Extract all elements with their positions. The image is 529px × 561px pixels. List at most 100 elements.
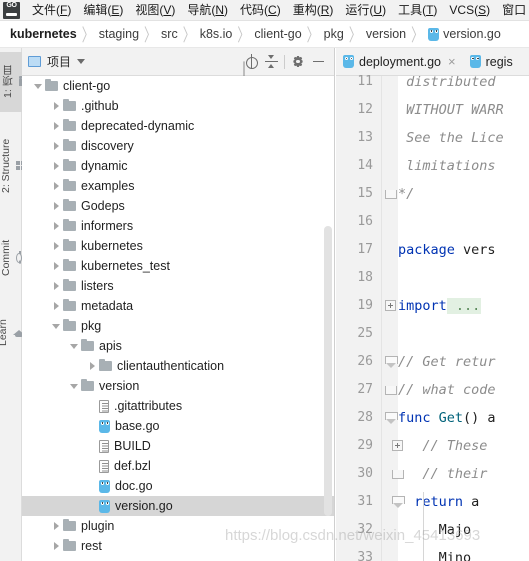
chevron-down-icon[interactable] <box>77 59 86 64</box>
tree-node-build[interactable]: BUILD <box>22 436 334 456</box>
tree-node-dynamic[interactable]: dynamic <box>22 156 334 176</box>
menu-item-5[interactable]: 重构(R) <box>287 0 340 21</box>
tree-node-examples[interactable]: examples <box>22 176 334 196</box>
close-icon[interactable]: × <box>448 55 456 68</box>
tree-node--github[interactable]: .github <box>22 96 334 116</box>
breadcrumb-item-src[interactable]: src <box>161 27 178 41</box>
chevron-right-icon[interactable] <box>85 356 99 376</box>
menu-item-4[interactable]: 代码(C) <box>234 0 287 21</box>
breadcrumb-item-version[interactable]: version <box>366 27 406 41</box>
project-file-tree[interactable]: client-go .github deprecated-dynamic discov… <box>22 76 334 561</box>
breadcrumb[interactable]: kubernetes 〉 staging 〉 src 〉 k8s.io 〉 client-go 〉… <box>0 21 529 48</box>
tree-node-rest[interactable]: rest <box>22 536 334 556</box>
breadcrumb-item-staging[interactable]: staging <box>99 27 139 41</box>
tree-node-informers[interactable]: informers <box>22 216 334 236</box>
tool-tab-learn[interactable]: Learn <box>0 304 25 362</box>
folder-icon <box>63 138 76 151</box>
menu-item-8[interactable]: VCS(S) <box>443 0 496 21</box>
tool-tab-1----[interactable]: 1: 项目 <box>0 52 22 112</box>
tree-node-label: def.bzl <box>114 459 151 473</box>
tree-node-apis[interactable]: apis <box>22 336 334 356</box>
tool-tab-2--structure[interactable]: 2: Structure <box>0 120 22 212</box>
tree-node-discovery[interactable]: discovery <box>22 136 334 156</box>
breadcrumb-item-version-go[interactable]: version.go <box>428 27 501 41</box>
chevron-right-icon[interactable] <box>49 256 63 276</box>
tree-node-def-bzl[interactable]: def.bzl <box>22 456 334 476</box>
chevron-right-icon[interactable] <box>49 176 63 196</box>
line-number: 32 <box>357 522 373 537</box>
code-text[interactable]: distributed WITHOUT WARR See the Lice li… <box>398 76 529 561</box>
project-settings-button[interactable] <box>288 52 308 72</box>
tree-node-base-go[interactable]: base.go <box>22 416 334 436</box>
chevron-down-icon[interactable] <box>31 76 45 96</box>
tree-node-client-go[interactable]: client-go <box>22 76 334 96</box>
code-area[interactable]: 11 12 13 14 15 16 17 18 19 25 26 27 28 29 30 31 32 33 dis… <box>336 74 529 561</box>
tree-node-doc-go[interactable]: doc.go <box>22 476 334 496</box>
hide-panel-button[interactable] <box>308 52 328 72</box>
menu-item-0[interactable]: 文件(F) <box>26 0 77 21</box>
tree-node-version[interactable]: version <box>22 376 334 396</box>
fold-expand-icon[interactable] <box>385 300 396 311</box>
tree-node-version-go[interactable]: version.go <box>22 496 334 516</box>
code-editor: deployment.go × regis 11 12 13 14 15 16 17 18 19 25… <box>336 48 529 561</box>
fold-end-icon[interactable] <box>385 384 395 395</box>
chevron-right-icon[interactable] <box>49 296 63 316</box>
tree-node-clientauthentication[interactable]: clientauthentication <box>22 356 334 376</box>
chevron-right-icon[interactable] <box>49 136 63 156</box>
line-number: 11 <box>357 74 373 89</box>
tree-node-label: kubernetes_test <box>81 259 170 273</box>
chevron-right-icon[interactable] <box>49 236 63 256</box>
menu-item-3[interactable]: 导航(N) <box>181 0 234 21</box>
text-file-icon <box>99 459 109 473</box>
breadcrumb-item-client-go[interactable]: client-go <box>254 27 301 41</box>
tree-node-label: clientauthentication <box>117 359 225 373</box>
breadcrumb-item-k8s-io[interactable]: k8s.io <box>200 27 233 41</box>
chevron-right-icon[interactable] <box>49 276 63 296</box>
chevron-right-icon[interactable] <box>49 156 63 176</box>
breadcrumb-item-kubernetes[interactable]: kubernetes <box>10 27 77 41</box>
fold-end-icon[interactable] <box>385 188 395 199</box>
chevron-right-icon[interactable] <box>49 516 63 536</box>
tree-node-plugin[interactable]: plugin <box>22 516 334 536</box>
fold-collapse-icon[interactable] <box>385 412 398 425</box>
chevron-right-icon[interactable] <box>49 216 63 236</box>
menu-bar: 文件(F)编辑(E)视图(V)导航(N)代码(C)重构(R)运行(U)工具(T)… <box>0 0 529 21</box>
breadcrumb-item-pkg[interactable]: pkg <box>324 27 344 41</box>
tree-node-label: BUILD <box>114 439 151 453</box>
tree-node--gitattributes[interactable]: .gitattributes <box>22 396 334 416</box>
menu-item-2[interactable]: 视图(V) <box>129 0 181 21</box>
fold-collapse-icon[interactable] <box>385 356 398 369</box>
menu-item-6[interactable]: 运行(U) <box>339 0 392 21</box>
chevron-right-icon[interactable] <box>49 196 63 216</box>
line-number: 12 <box>357 102 373 117</box>
tree-node-label: informers <box>81 219 134 233</box>
chevron-right-icon[interactable] <box>49 116 63 136</box>
menu-item-1[interactable]: 编辑(E) <box>77 0 129 21</box>
editor-tab-regis[interactable]: regis <box>463 48 520 75</box>
tree-node-metadata[interactable]: metadata <box>22 296 334 316</box>
tree-node-godeps[interactable]: Godeps <box>22 196 334 216</box>
tree-vertical-scrollbar[interactable] <box>324 226 332 516</box>
tree-node-pkg[interactable]: pkg <box>22 316 334 336</box>
locate-in-tree-button[interactable] <box>241 52 261 72</box>
code-folding-column[interactable] <box>382 76 405 561</box>
folder-icon <box>63 538 76 551</box>
chevron-down-icon[interactable] <box>67 376 81 396</box>
folder-icon <box>63 518 76 531</box>
collapsed-import-region[interactable]: ... <box>446 298 482 314</box>
collapse-all-button[interactable] <box>261 52 281 72</box>
chevron-down-icon[interactable] <box>49 316 63 336</box>
menu-item-9[interactable]: 窗口 <box>496 0 529 21</box>
tree-node-label: version <box>99 379 140 393</box>
chevron-right-icon[interactable] <box>49 536 63 556</box>
chevron-right-icon[interactable] <box>49 96 63 116</box>
chevron-down-icon[interactable] <box>67 336 81 356</box>
tree-node-deprecated-dynamic[interactable]: deprecated-dynamic <box>22 116 334 136</box>
tree-node-kubernetes-test[interactable]: kubernetes_test <box>22 256 334 276</box>
folder-icon <box>63 218 76 231</box>
tool-tab-commit[interactable]: Commit <box>0 222 22 294</box>
tree-node-listers[interactable]: listers <box>22 276 334 296</box>
menu-item-7[interactable]: 工具(T) <box>392 0 443 21</box>
tree-node-kubernetes[interactable]: kubernetes <box>22 236 334 256</box>
